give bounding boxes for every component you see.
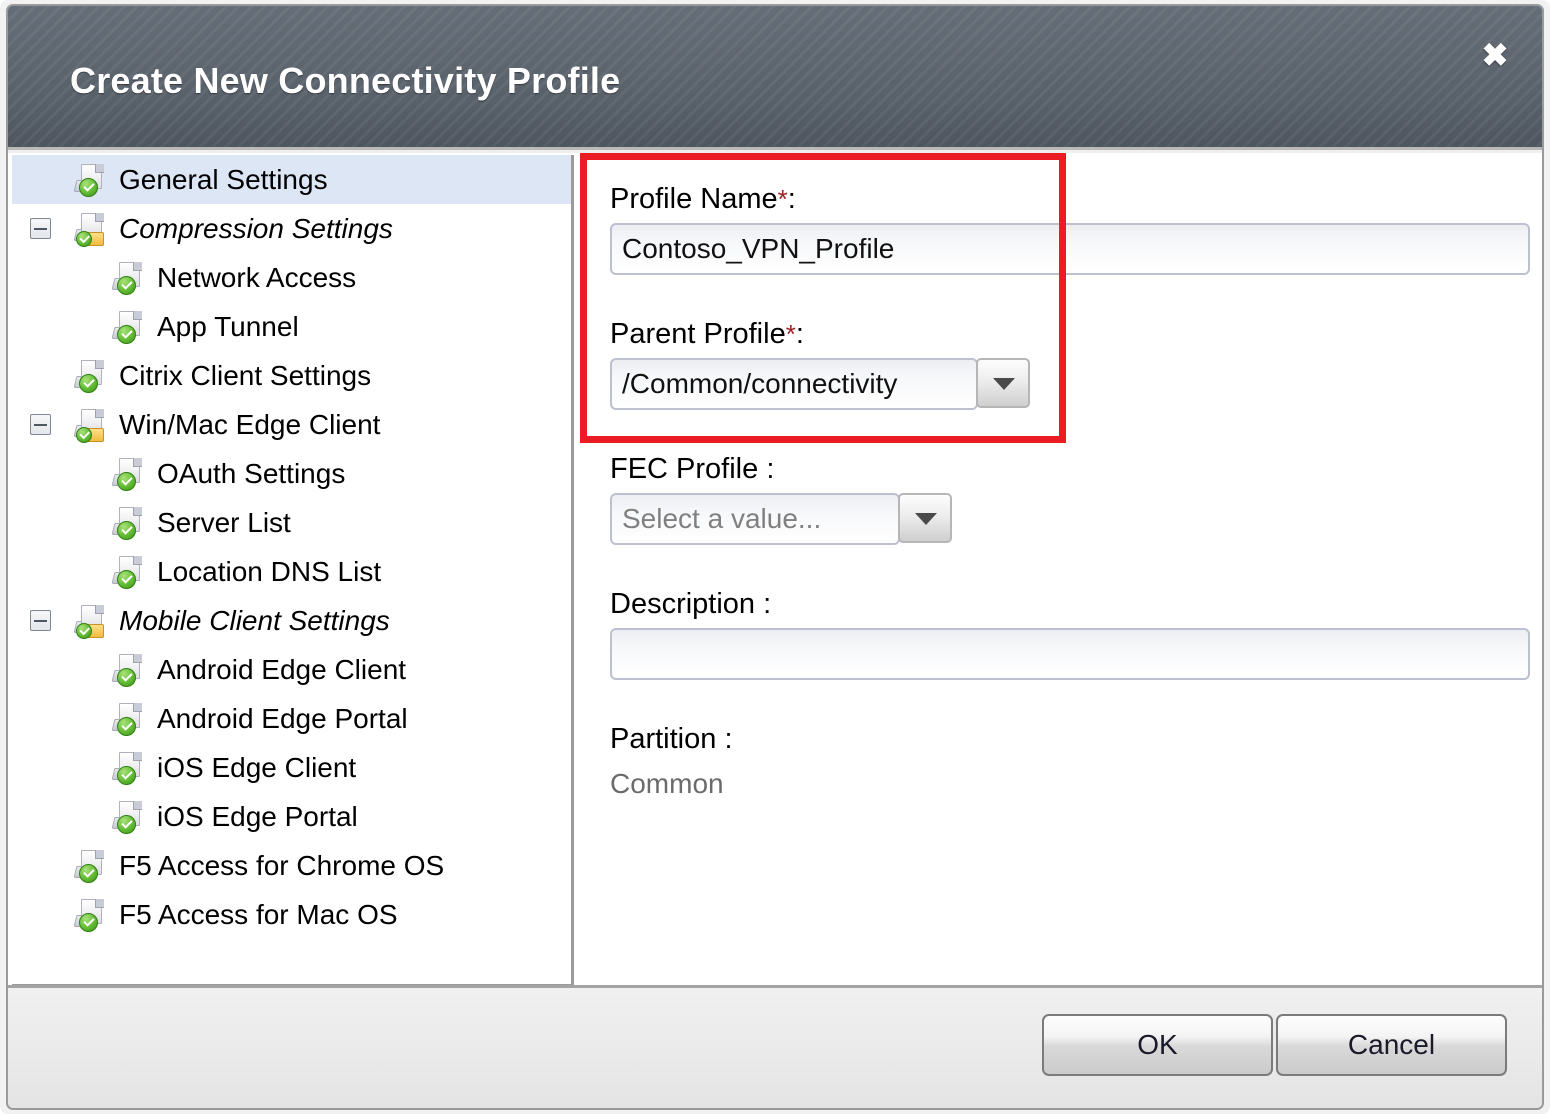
- document-check-icon: [111, 506, 148, 540]
- document-check-icon: [111, 555, 148, 589]
- folder-check-icon: [73, 604, 110, 639]
- document-check-icon: [111, 653, 148, 687]
- tree-item-android-edge-portal[interactable]: Android Edge Portal: [12, 694, 571, 743]
- tree-item-f5-access-for-chrome-os[interactable]: F5 Access for Chrome OS: [12, 841, 571, 890]
- tree-item-label: OAuth Settings: [157, 457, 346, 489]
- tree-item-citrix-client-settings[interactable]: Citrix Client Settings: [12, 351, 571, 400]
- cancel-button[interactable]: Cancel: [1276, 1014, 1507, 1076]
- collapse-toggle-icon[interactable]: [30, 414, 51, 435]
- tree-item-label: iOS Edge Client: [157, 751, 357, 783]
- general-settings-form: Profile Name*: Parent Profile*: FEC Prof…: [580, 153, 1542, 989]
- tree-item-label: Citrix Client Settings: [119, 359, 372, 391]
- tree-item-mobile-client-settings[interactable]: Mobile Client Settings: [12, 596, 571, 645]
- tree-item-label: Mobile Client Settings: [119, 604, 390, 636]
- dialog-titlebar: Create New Connectivity Profile ✖: [8, 6, 1542, 150]
- parent-profile-label-colon: :: [795, 318, 804, 350]
- tree-item-network-access[interactable]: Network Access: [12, 253, 571, 302]
- document-check-icon: [111, 261, 148, 295]
- tree-item-compression-settings[interactable]: Compression Settings: [12, 204, 571, 253]
- collapse-toggle-icon[interactable]: [30, 218, 51, 239]
- chevron-down-icon[interactable]: [976, 358, 1030, 408]
- document-check-icon: [111, 751, 148, 785]
- tree-item-label: Network Access: [157, 261, 357, 293]
- tree-item-f5-access-for-mac-os[interactable]: F5 Access for Mac OS: [12, 890, 571, 939]
- partition-value: Common: [610, 768, 724, 799]
- create-connectivity-profile-dialog: Create New Connectivity Profile ✖ Genera…: [0, 0, 1550, 1114]
- tree-item-location-dns-list[interactable]: Location DNS List: [12, 547, 571, 596]
- parent-profile-input[interactable]: [610, 358, 978, 410]
- description-label: Description :: [610, 588, 772, 620]
- tree-item-label: Android Edge Client: [157, 653, 407, 685]
- collapse-toggle-icon[interactable]: [30, 610, 51, 631]
- document-check-icon: [73, 359, 110, 393]
- document-check-icon: [111, 457, 148, 491]
- tree-item-label: Compression Settings: [119, 212, 393, 244]
- document-check-icon: [111, 800, 148, 834]
- tree-item-server-list[interactable]: Server List: [12, 498, 571, 547]
- document-check-icon: [111, 310, 148, 344]
- dialog-footer: OK Cancel: [8, 985, 1542, 1108]
- tree-item-ios-edge-portal[interactable]: iOS Edge Portal: [12, 792, 571, 841]
- profile-name-label: Profile Name*:: [610, 183, 796, 216]
- fec-profile-label: FEC Profile :: [610, 453, 775, 485]
- chevron-down-icon[interactable]: [898, 493, 952, 543]
- required-asterisk: *: [777, 184, 788, 214]
- document-check-icon: [111, 702, 148, 736]
- close-icon[interactable]: ✖: [1474, 34, 1516, 76]
- parent-profile-label-text: Parent Profile: [610, 318, 786, 350]
- ok-button[interactable]: OK: [1042, 1014, 1273, 1076]
- tree-item-win-mac-edge-client[interactable]: Win/Mac Edge Client: [12, 400, 571, 449]
- description-input[interactable]: [610, 628, 1530, 680]
- tree-item-ios-edge-client[interactable]: iOS Edge Client: [12, 743, 571, 792]
- dialog-title: Create New Connectivity Profile: [70, 60, 621, 101]
- profile-name-label-colon: :: [787, 183, 796, 215]
- tree-item-label: App Tunnel: [157, 310, 299, 342]
- folder-check-icon: [73, 212, 110, 247]
- profile-name-input[interactable]: [610, 223, 1530, 275]
- partition-label: Partition :: [610, 723, 733, 755]
- tree-item-label: F5 Access for Chrome OS: [119, 849, 445, 881]
- profile-name-label-text: Profile Name: [610, 183, 778, 215]
- settings-tree[interactable]: General Settings Compression Settings Netw…: [12, 155, 574, 987]
- folder-check-icon: [73, 408, 110, 443]
- parent-profile-label: Parent Profile*:: [610, 318, 804, 351]
- tree-item-label: F5 Access for Mac OS: [119, 898, 398, 930]
- fec-profile-input[interactable]: [610, 493, 900, 545]
- tree-item-label: Location DNS List: [157, 555, 382, 587]
- tree-item-android-edge-client[interactable]: Android Edge Client: [12, 645, 571, 694]
- tree-item-general-settings[interactable]: General Settings: [12, 155, 571, 204]
- document-check-icon: [73, 898, 110, 932]
- required-asterisk: *: [785, 319, 796, 349]
- dialog-frame: Create New Connectivity Profile ✖ Genera…: [6, 4, 1544, 1110]
- dialog-body: General Settings Compression Settings Netw…: [8, 153, 1542, 989]
- tree-item-label: Win/Mac Edge Client: [119, 408, 381, 440]
- document-check-icon: [73, 849, 110, 883]
- tree-item-app-tunnel[interactable]: App Tunnel: [12, 302, 571, 351]
- tree-item-label: iOS Edge Portal: [157, 800, 358, 832]
- tree-item-oauth-settings[interactable]: OAuth Settings: [12, 449, 571, 498]
- tree-item-label: Android Edge Portal: [157, 702, 408, 734]
- tree-item-label: Server List: [157, 506, 291, 538]
- tree-item-label: General Settings: [119, 163, 328, 195]
- document-check-icon: [73, 163, 110, 197]
